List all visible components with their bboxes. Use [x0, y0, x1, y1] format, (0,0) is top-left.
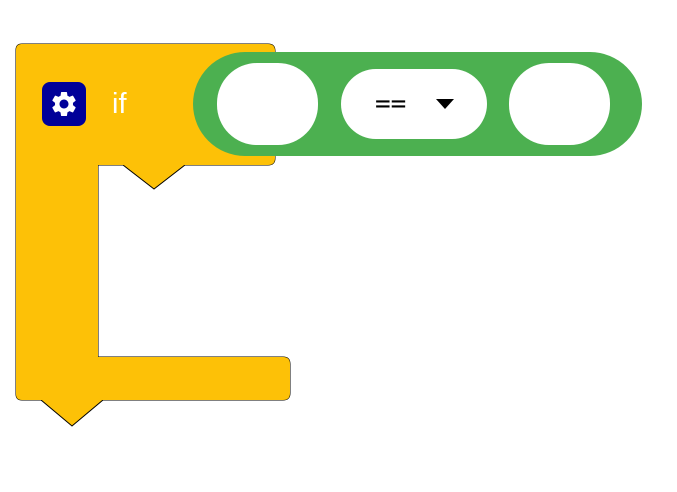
left-operand-slot[interactable] [217, 63, 318, 145]
right-operand-slot[interactable] [509, 63, 610, 145]
operator-dropdown[interactable]: == [341, 69, 487, 139]
settings-button[interactable] [42, 82, 86, 126]
blocks-workspace[interactable]: if == [0, 0, 677, 492]
if-keyword-label: if [112, 88, 127, 120]
operator-value: == [375, 89, 407, 119]
gear-icon [52, 92, 76, 116]
caret-down-icon [436, 99, 454, 109]
